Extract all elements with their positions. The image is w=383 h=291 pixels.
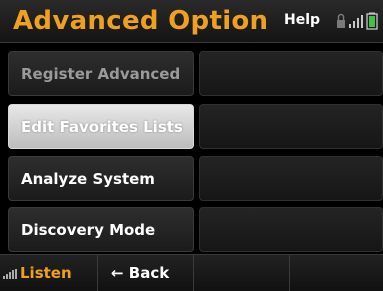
discovery-mode-button[interactable]: Discovery Mode — [8, 207, 194, 252]
row-panel-4 — [199, 207, 383, 252]
page-title: Advanced Option — [13, 6, 269, 36]
help-button[interactable]: Help — [284, 11, 320, 29]
register-advanced-label: Register Advanced — [21, 64, 181, 83]
footer-slot-3 — [194, 255, 290, 291]
status-icons — [337, 12, 378, 30]
footer-bar: Listen ← Back — [0, 254, 383, 291]
back-label: ← Back — [111, 264, 170, 282]
row-panel-1 — [199, 51, 383, 96]
footer-slot-4 — [290, 255, 383, 291]
discovery-mode-label: Discovery Mode — [21, 220, 156, 239]
analyze-system-label: Analyze System — [21, 169, 155, 188]
analyze-system-button[interactable]: Analyze System — [8, 156, 194, 201]
edit-favorites-lists-label: Edit Favorites Lists — [21, 117, 183, 136]
row-panel-3 — [199, 156, 383, 201]
edit-favorites-lists-button[interactable]: Edit Favorites Lists — [8, 104, 194, 149]
lock-icon — [337, 13, 345, 28]
signal-level-icon — [3, 269, 17, 279]
listen-button[interactable]: Listen — [0, 255, 98, 291]
listen-label: Listen — [20, 264, 72, 282]
register-advanced-button[interactable]: Register Advanced — [8, 51, 194, 96]
row-panel-2 — [199, 104, 383, 149]
battery-icon — [366, 12, 378, 30]
back-button[interactable]: ← Back — [98, 255, 194, 291]
header-bar: Advanced Option Help — [0, 0, 383, 43]
signal-bars-icon — [349, 15, 363, 28]
